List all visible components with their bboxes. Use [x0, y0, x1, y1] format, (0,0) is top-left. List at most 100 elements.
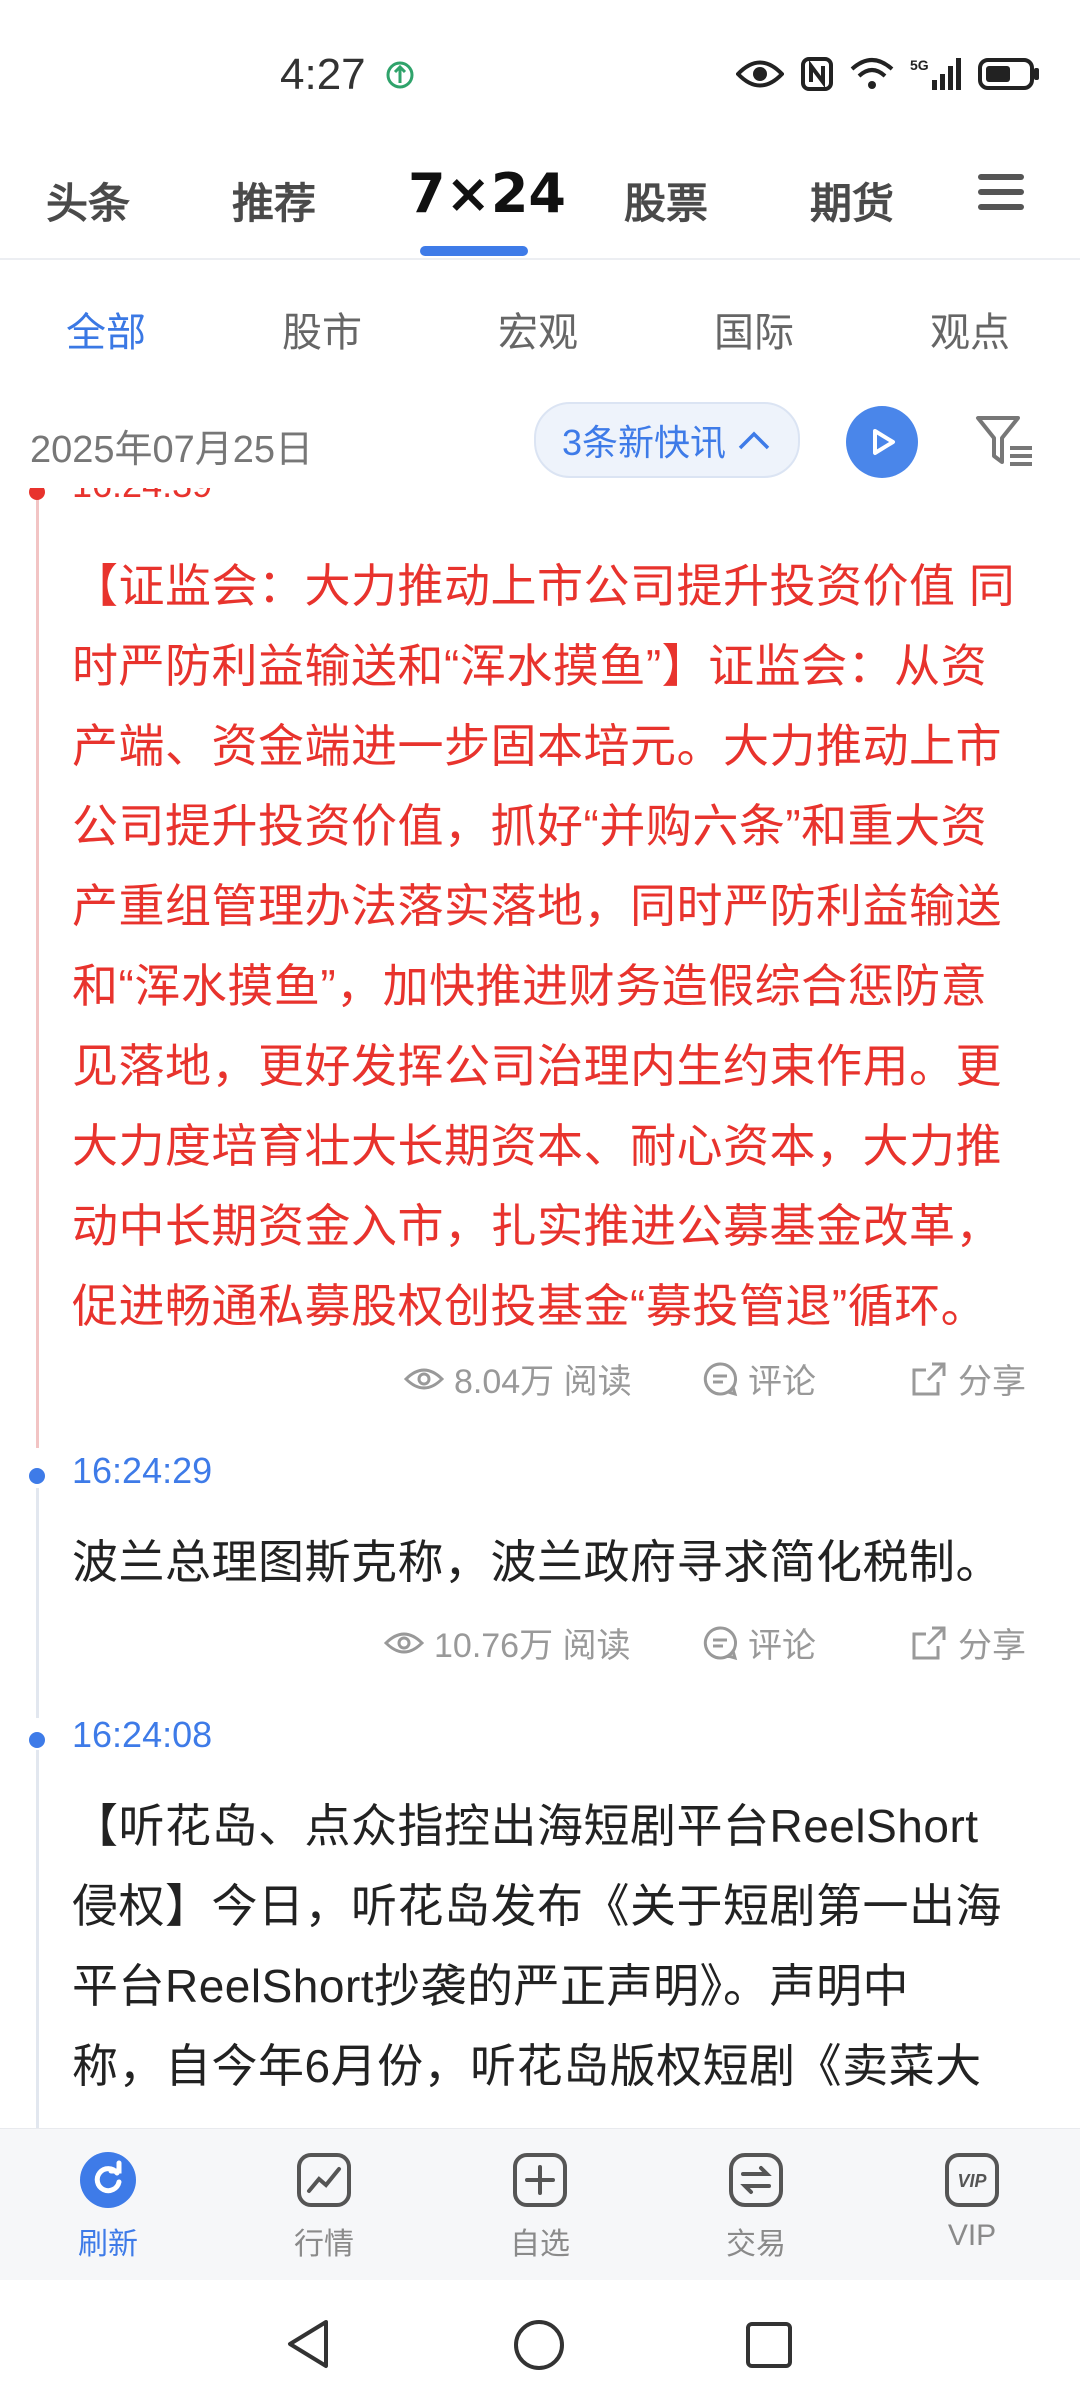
nav-vip[interactable]: VIP VIP [902, 2151, 1042, 2253]
subtab-macro[interactable]: 宏观 [498, 300, 578, 358]
nav-market[interactable]: 行情 [254, 2151, 394, 2263]
chevron-up-icon [738, 431, 770, 450]
nav-market-label: 行情 [294, 2228, 354, 2261]
exchange-icon [729, 2153, 783, 2207]
signal-icon: 5G [910, 57, 961, 90]
comment-button[interactable]: 评论 [702, 1618, 816, 1667]
news-line: 促进畅通私募股权创投基金“募投管退”循环。 [72, 1280, 988, 1332]
comment-label: 评论 [748, 1627, 816, 1665]
app-notification-icon [385, 60, 415, 95]
back-icon[interactable] [284, 2318, 332, 2370]
news-line: 【证监会：大力推动上市公司提升投资价值 同 [72, 560, 1016, 612]
category-tab-bar: 全部 股市 宏观 国际 观点 [0, 290, 1080, 370]
timeline-line [36, 1750, 39, 2128]
tab-recommend[interactable]: 推荐 [232, 170, 316, 231]
top-tab-bar: 头条 推荐 7×24 股票 期货 [0, 150, 1080, 260]
subtab-opinion[interactable]: 观点 [930, 300, 1010, 358]
news-meta: 8.04万 阅读 评论 分享 [0, 1354, 1080, 1414]
share-button[interactable]: 分享 [910, 1618, 1026, 1667]
status-icons: 5G [736, 56, 1040, 92]
news-content[interactable]: 【听花岛、点众指控出海短剧平台ReelShort 侵权】今日，听花岛发布《关于短… [72, 1786, 1038, 2106]
news-line: 称，自今年6月份，听花岛版权短剧《卖菜大 [72, 2040, 982, 2092]
news-time: 16:24:39 [72, 488, 212, 506]
svg-text:VIP: VIP [957, 2171, 987, 2191]
timeline-line [36, 1488, 39, 1718]
share-button[interactable]: 分享 [910, 1354, 1026, 1403]
subtab-international[interactable]: 国际 [714, 300, 794, 358]
svg-text:5G: 5G [910, 57, 929, 73]
home-icon[interactable] [512, 2318, 566, 2372]
read-count-label: 8.04万 阅读 [454, 1363, 632, 1401]
timeline-dot [29, 1468, 45, 1484]
nav-refresh[interactable]: 刷新 [38, 2151, 178, 2263]
news-line: 大力度培育壮大长期资本、耐心资本，大力推 [72, 1120, 1002, 1172]
read-count-label: 10.76万 阅读 [434, 1627, 631, 1665]
share-icon [912, 1626, 946, 1659]
nav-refresh-label: 刷新 [78, 2228, 138, 2261]
news-time: 16:24:29 [72, 1450, 213, 1491]
read-count: 10.76万 阅读 [384, 1618, 631, 1667]
timeline-line [36, 488, 39, 1448]
news-line: 时严防利益输送和“浑水摸鱼”】证监会：从资 [72, 640, 988, 692]
share-icon [912, 1362, 946, 1395]
recents-icon[interactable] [744, 2320, 794, 2370]
news-line: 公司提升投资价值，抓好“并购六条”和重大资 [72, 800, 988, 852]
active-tab-indicator [420, 246, 528, 256]
news-line: 【听花岛、点众指控出海短剧平台ReelShort [72, 1800, 979, 1852]
nav-vip-label: VIP [947, 2219, 997, 2252]
subtab-all[interactable]: 全部 [66, 300, 146, 358]
comment-label: 评论 [748, 1363, 816, 1401]
battery-icon [978, 58, 1039, 90]
news-time: 16:24:08 [72, 1714, 213, 1755]
new-flash-button[interactable]: 3条新快讯 [534, 402, 800, 478]
eye-icon [736, 60, 784, 88]
comment-icon [703, 1625, 738, 1660]
read-count: 8.04万 阅读 [404, 1354, 632, 1403]
nav-watchlist-label: 自选 [510, 2228, 570, 2261]
nav-trade[interactable]: 交易 [686, 2151, 826, 2263]
status-bar: 4:27 5G [0, 0, 1080, 150]
news-meta: 10.76万 阅读 评论 分享 [0, 1618, 1080, 1678]
news-line: 产端、资金端进一步固本培元。大力推动上市 [72, 720, 1002, 772]
add-icon [513, 2153, 567, 2207]
new-flash-label: 3条新快讯 [561, 422, 727, 463]
play-icon [873, 429, 895, 455]
status-time: 4:27 [280, 50, 366, 99]
filter-icon[interactable] [974, 412, 1036, 477]
nav-trade-label: 交易 [726, 2228, 786, 2261]
news-line: 和“浑水摸鱼”，加快推进财务造假综合惩防意 [72, 960, 988, 1012]
eye-icon [384, 1632, 424, 1653]
wifi-icon [850, 58, 894, 89]
news-line: 产重组管理办法落实落地，同时严防利益输送 [72, 880, 1002, 932]
news-line: 侵权】今日，听花岛发布《关于短剧第一出海 [72, 1880, 1002, 1932]
tab-futures[interactable]: 期货 [810, 170, 894, 231]
news-line: 动中长期资金入市，扎实推进公募基金改革， [72, 1200, 1002, 1252]
tab-7x24[interactable]: 7×24 [408, 162, 566, 225]
comment-icon [703, 1361, 738, 1396]
nfc-icon [801, 57, 833, 91]
subtab-stock-market[interactable]: 股市 [282, 300, 362, 358]
play-button[interactable] [846, 406, 918, 478]
bottom-navigation: 刷新 行情 自选 交易 VIP VIP [0, 2128, 1080, 2281]
timeline-dot [29, 1732, 45, 1748]
comment-button[interactable]: 评论 [702, 1354, 816, 1403]
eye-icon [404, 1368, 444, 1389]
refresh-icon [80, 2152, 136, 2208]
tab-headlines[interactable]: 头条 [46, 170, 130, 231]
share-label: 分享 [958, 1627, 1026, 1665]
chart-icon [297, 2153, 351, 2207]
news-feed: 16:24:39 【证监会：大力推动上市公司提升投资价值 同 时严防利益输送和“… [0, 488, 1080, 2128]
share-label: 分享 [958, 1363, 1026, 1401]
news-content[interactable]: 【证监会：大力推动上市公司提升投资价值 同 时严防利益输送和“浑水摸鱼”】证监会… [72, 546, 1038, 1346]
timeline-dot [29, 488, 45, 500]
vip-icon: VIP [945, 2153, 999, 2207]
date-label: 2025年07月25日 [30, 429, 314, 471]
news-line: 波兰总理图斯克称，波兰政府寻求简化税制。 [72, 1536, 1002, 1588]
news-content[interactable]: 波兰总理图斯克称，波兰政府寻求简化税制。 [72, 1522, 1038, 1602]
feed-toolbar: 2025年07月25日 3条新快讯 [0, 398, 1080, 488]
nav-watchlist[interactable]: 自选 [470, 2151, 610, 2263]
tab-stocks[interactable]: 股票 [624, 170, 708, 231]
news-line: 见落地，更好发挥公司治理内生约束作用。更 [72, 1040, 1002, 1092]
menu-icon[interactable] [976, 170, 1028, 219]
news-line: 平台ReelShort抄袭的严正声明》。声明中 [72, 1960, 910, 2012]
